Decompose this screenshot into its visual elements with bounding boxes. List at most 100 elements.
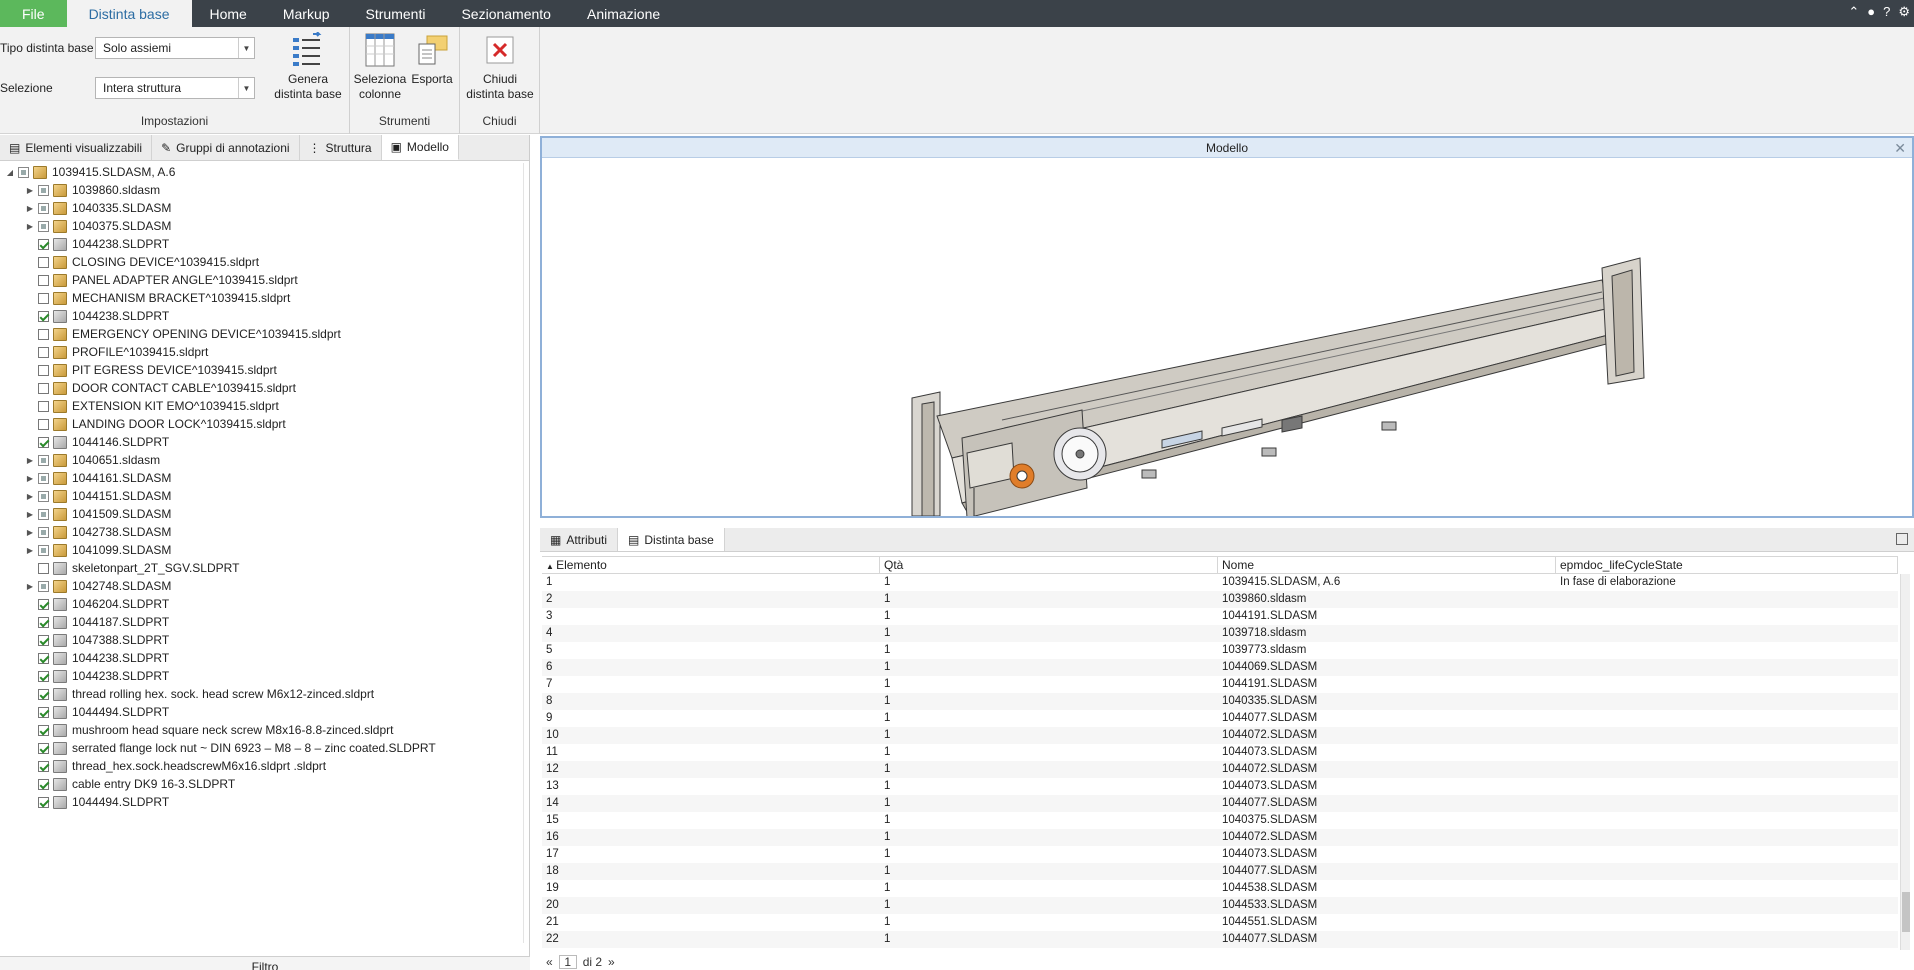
esporta-button[interactable]: Esporta (408, 31, 456, 87)
checkbox-icon[interactable] (38, 508, 49, 520)
collapsed-arrow-icon[interactable]: ▶ (24, 528, 36, 537)
tree-node[interactable]: ◢ 1039415.SLDASM, A.6 (0, 163, 525, 181)
checkbox-icon[interactable] (38, 616, 49, 628)
tree-node[interactable]: ▶ 1042748.SLDASM (0, 577, 525, 595)
tab-struttura[interactable]: ⋮ Struttura (300, 135, 382, 160)
bom-scrollbar[interactable] (1900, 574, 1910, 950)
checkbox-icon[interactable] (38, 346, 49, 358)
checkbox-icon[interactable] (38, 724, 49, 736)
table-row[interactable]: 22 1 1044077.SLDASM (542, 931, 1898, 948)
tab-distinta-base-panel[interactable]: ▤ Distinta base (618, 528, 725, 551)
tree-node[interactable]: EMERGENCY OPENING DEVICE^1039415.sldprt (0, 325, 525, 343)
tipo-distinta-select[interactable]: Solo assiemi ▼ (95, 37, 255, 59)
checkbox-icon[interactable] (38, 688, 49, 700)
table-row[interactable]: 7 1 1044191.SLDASM (542, 676, 1898, 693)
checkbox-icon[interactable] (38, 634, 49, 646)
prev-page-button[interactable]: « (546, 955, 553, 969)
page-input[interactable]: 1 (558, 955, 577, 969)
table-row[interactable]: 4 1 1039718.sldasm (542, 625, 1898, 642)
checkbox-icon[interactable] (38, 238, 49, 250)
table-row[interactable]: 17 1 1044073.SLDASM (542, 846, 1898, 863)
tree-node[interactable]: MECHANISM BRACKET^1039415.sldprt (0, 289, 525, 307)
table-row[interactable]: 13 1 1044073.SLDASM (542, 778, 1898, 795)
next-page-button[interactable]: » (608, 955, 615, 969)
checkbox-icon[interactable] (38, 184, 49, 196)
checkbox-icon[interactable] (18, 166, 29, 178)
table-row[interactable]: 3 1 1044191.SLDASM (542, 608, 1898, 625)
user-icon[interactable]: ● (1867, 4, 1875, 20)
tree-node[interactable]: thread rolling hex. sock. head screw M6x… (0, 685, 525, 703)
tree-node[interactable]: CLOSING DEVICE^1039415.sldprt (0, 253, 525, 271)
checkbox-icon[interactable] (38, 526, 49, 538)
table-row[interactable]: 14 1 1044077.SLDASM (542, 795, 1898, 812)
tree-node[interactable]: ▶ 1041509.SLDASM (0, 505, 525, 523)
scroll-thumb[interactable] (1902, 892, 1910, 932)
table-row[interactable]: 20 1 1044533.SLDASM (542, 897, 1898, 914)
col-qta[interactable]: Qtà (880, 557, 1218, 573)
tree-node[interactable]: skeletonpart_2T_SGV.SLDPRT (0, 559, 525, 577)
genera-distinta-button[interactable]: Genera distinta base (270, 31, 346, 102)
tab-attributi[interactable]: ▦ Attributi (540, 528, 619, 551)
expanded-arrow-icon[interactable]: ◢ (4, 168, 16, 177)
tree-node[interactable]: EXTENSION KIT EMO^1039415.sldprt (0, 397, 525, 415)
checkbox-icon[interactable] (38, 796, 49, 808)
checkbox-icon[interactable] (38, 454, 49, 466)
collapsed-arrow-icon[interactable]: ▶ (24, 510, 36, 519)
chiudi-distinta-button[interactable]: Chiudi distinta base (462, 31, 538, 102)
tree-node[interactable]: ▶ 1040335.SLDASM (0, 199, 525, 217)
checkbox-icon[interactable] (38, 328, 49, 340)
3d-model-render[interactable] (542, 158, 1912, 519)
table-row[interactable]: 10 1 1044072.SLDASM (542, 727, 1898, 744)
checkbox-icon[interactable] (38, 742, 49, 754)
tree-scrollbar[interactable] (523, 163, 529, 943)
checkbox-icon[interactable] (38, 562, 49, 574)
checkbox-icon[interactable] (38, 490, 49, 502)
tree-node[interactable]: 1044146.SLDPRT (0, 433, 525, 451)
collapsed-arrow-icon[interactable]: ▶ (24, 186, 36, 195)
table-row[interactable]: 12 1 1044072.SLDASM (542, 761, 1898, 778)
col-elemento[interactable]: ▲ Elemento (542, 557, 880, 573)
maximize-icon[interactable] (1896, 533, 1908, 545)
tree-node[interactable]: ▶ 1044161.SLDASM (0, 469, 525, 487)
table-row[interactable]: 1 1 1039415.SLDASM, A.6 In fase di elaboraz… (542, 574, 1898, 591)
collapsed-arrow-icon[interactable]: ▶ (24, 546, 36, 555)
table-row[interactable]: 9 1 1044077.SLDASM (542, 710, 1898, 727)
checkbox-icon[interactable] (38, 292, 49, 304)
checkbox-icon[interactable] (38, 418, 49, 430)
tree-node[interactable]: 1044238.SLDPRT (0, 307, 525, 325)
tab-markup[interactable]: Markup (265, 0, 348, 27)
checkbox-icon[interactable] (38, 598, 49, 610)
checkbox-icon[interactable] (38, 436, 49, 448)
collapsed-arrow-icon[interactable]: ▶ (24, 222, 36, 231)
collapsed-arrow-icon[interactable]: ▶ (24, 204, 36, 213)
filter-bar[interactable]: Filtro (0, 956, 530, 970)
help-icon[interactable]: ? (1883, 4, 1890, 20)
collapsed-arrow-icon[interactable]: ▶ (24, 492, 36, 501)
tree-node[interactable]: ▶ 1044151.SLDASM (0, 487, 525, 505)
tree-node[interactable]: mushroom head square neck screw M8x16-8.… (0, 721, 525, 739)
checkbox-icon[interactable] (38, 652, 49, 664)
tree-node[interactable]: 1044238.SLDPRT (0, 667, 525, 685)
table-row[interactable]: 19 1 1044538.SLDASM (542, 880, 1898, 897)
collapsed-arrow-icon[interactable]: ▶ (24, 582, 36, 591)
tab-gruppi-annotazioni[interactable]: ✎ Gruppi di annotazioni (152, 135, 300, 160)
tab-home[interactable]: Home (192, 0, 265, 27)
tree-node[interactable]: thread_hex.sock.headscrewM6x16.sldprt .s… (0, 757, 525, 775)
tree-node[interactable]: PROFILE^1039415.sldprt (0, 343, 525, 361)
tree-node[interactable]: PANEL ADAPTER ANGLE^1039415.sldprt (0, 271, 525, 289)
table-row[interactable]: 8 1 1040335.SLDASM (542, 693, 1898, 710)
checkbox-icon[interactable] (38, 400, 49, 412)
checkbox-icon[interactable] (38, 274, 49, 286)
chevron-down-icon[interactable]: ▼ (238, 38, 254, 58)
tree-node[interactable]: 1044187.SLDPRT (0, 613, 525, 631)
tab-elementi-visualizzabili[interactable]: ▤ Elementi visualizzabili (0, 135, 153, 160)
checkbox-icon[interactable] (38, 220, 49, 232)
checkbox-icon[interactable] (38, 760, 49, 772)
table-row[interactable]: 16 1 1044072.SLDASM (542, 829, 1898, 846)
table-row[interactable]: 15 1 1040375.SLDASM (542, 812, 1898, 829)
col-nome[interactable]: Nome (1218, 557, 1556, 573)
tree-node[interactable]: 1044238.SLDPRT (0, 235, 525, 253)
tree-node[interactable]: serrated flange lock nut ~ DIN 6923 – M8… (0, 739, 525, 757)
checkbox-icon[interactable] (38, 472, 49, 484)
table-row[interactable]: 2 1 1039860.sldasm (542, 591, 1898, 608)
